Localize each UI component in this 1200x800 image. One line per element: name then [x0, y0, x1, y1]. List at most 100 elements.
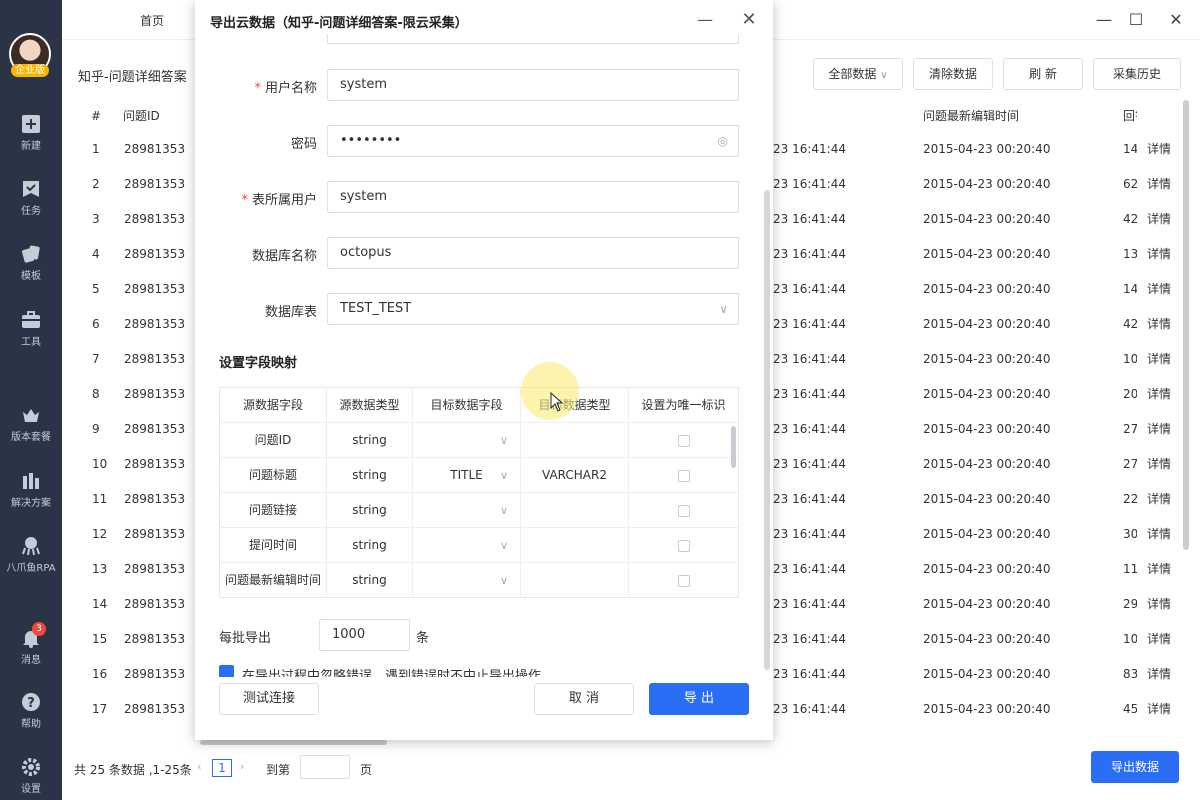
- sidebar-item-label: 版本套餐: [11, 432, 51, 443]
- sidebar-item-plans[interactable]: 版本套餐: [0, 405, 62, 443]
- row-answer-count: 10: [1123, 352, 1137, 366]
- row-question-id: 28981353: [124, 527, 186, 541]
- unique-key-checkbox[interactable]: [677, 434, 690, 447]
- row-detail-link[interactable]: 详情: [1147, 342, 1171, 377]
- horizontal-scrollbar[interactable]: [200, 740, 387, 745]
- goto-page-input[interactable]: [300, 755, 350, 779]
- row-answer-count: 10: [1123, 632, 1137, 646]
- mapping-row: 问题最新编辑时间 string ∨: [220, 563, 738, 597]
- source-field: 问题链接: [220, 493, 327, 528]
- clear-data-button[interactable]: 清除数据: [913, 58, 993, 90]
- maximize-icon[interactable]: ☐: [1124, 8, 1148, 32]
- username-input[interactable]: system: [327, 69, 739, 101]
- history-button[interactable]: 采集历史: [1093, 58, 1181, 90]
- close-window-icon[interactable]: ✕: [1164, 8, 1188, 32]
- row-detail-link[interactable]: 详情: [1147, 482, 1171, 517]
- row-detail-link[interactable]: 详情: [1147, 587, 1171, 622]
- target-field-select[interactable]: ∨: [413, 423, 521, 458]
- target-field-select[interactable]: ∨: [413, 493, 521, 528]
- sidebar-item-rpa[interactable]: 八爪鱼RPA: [0, 536, 62, 574]
- row-index: 13: [92, 562, 108, 576]
- source-type: string: [327, 528, 413, 563]
- row-detail-link[interactable]: 详情: [1147, 692, 1171, 727]
- unique-key-cell: [629, 458, 738, 493]
- target-field-select[interactable]: TITLE ∨: [413, 458, 521, 493]
- database-table-select[interactable]: TEST_TEST ∨: [327, 293, 739, 325]
- export-data-button[interactable]: 导出数据: [1091, 751, 1179, 783]
- dialog-scrollbar[interactable]: [764, 190, 770, 670]
- checkbox-checked-icon[interactable]: [219, 665, 234, 677]
- unique-key-checkbox[interactable]: [677, 469, 690, 482]
- row-detail-link[interactable]: 详情: [1147, 447, 1171, 482]
- field-mapping-table: 源数据字段 源数据类型 目标数据字段 目标数据类型 设置为唯一标识 问题IDst…: [219, 387, 739, 598]
- sidebar-item-new[interactable]: 新建: [0, 114, 62, 152]
- goto-label: 到第: [266, 763, 291, 777]
- row-detail-link[interactable]: 详情: [1147, 622, 1171, 657]
- test-connection-button[interactable]: 测试连接: [219, 683, 319, 715]
- sidebar-item-template[interactable]: 模板: [0, 244, 62, 282]
- row-edit-time: 2015-04-23 00:20:40: [923, 247, 1051, 261]
- row-detail-link[interactable]: 详情: [1147, 132, 1171, 167]
- unique-key-checkbox[interactable]: [677, 574, 690, 587]
- sidebar-item-solutions[interactable]: 解决方案: [0, 471, 62, 509]
- row-index: 1: [92, 142, 100, 156]
- row-detail-link[interactable]: 详情: [1147, 237, 1171, 272]
- sidebar-item-tools[interactable]: 工具: [0, 310, 62, 348]
- password-input[interactable]: •••••••• ◎: [327, 125, 739, 157]
- eye-off-icon[interactable]: ◎: [718, 126, 728, 156]
- batch-size-input[interactable]: 1000: [319, 619, 410, 651]
- row-created-time: 23 16:41:44: [773, 597, 846, 611]
- minimize-icon[interactable]: —: [1092, 8, 1116, 32]
- row-detail-link[interactable]: 详情: [1147, 272, 1171, 307]
- ignore-errors-option[interactable]: 在导出过程中忽略错误，遇到错误时不中止导出操作: [219, 665, 739, 677]
- sidebar-item-settings[interactable]: 设置: [0, 757, 62, 795]
- row-edit-time: 2015-04-23 00:20:40: [923, 387, 1051, 401]
- sidebar-item-help[interactable]: ? 帮助: [0, 692, 62, 730]
- source-type: string: [327, 563, 413, 597]
- dialog-title: 导出云数据（知乎-问题详细答案-限云采集）: [210, 16, 468, 31]
- refresh-button[interactable]: 刷 新: [1003, 58, 1083, 90]
- source-field: 提问时间: [220, 528, 327, 563]
- source-type: string: [327, 423, 413, 458]
- row-answer-count: 200: [1123, 387, 1137, 401]
- row-detail-link[interactable]: 详情: [1147, 552, 1171, 587]
- plus-square-icon: [22, 115, 40, 133]
- sidebar-item-task[interactable]: 任务: [0, 179, 62, 217]
- unique-key-checkbox[interactable]: [677, 539, 690, 552]
- row-edit-time: 2015-04-23 00:20:40: [923, 212, 1051, 226]
- prev-page-icon[interactable]: ‹: [197, 760, 201, 773]
- page-number[interactable]: 1: [212, 759, 232, 777]
- sidebar-item-messages[interactable]: 3 消息: [0, 622, 62, 666]
- mapping-scrollbar[interactable]: [731, 426, 736, 468]
- unique-key-checkbox[interactable]: [677, 504, 690, 517]
- row-question-id: 28981353: [124, 597, 186, 611]
- row-detail-link[interactable]: 详情: [1147, 167, 1171, 202]
- row-detail-link[interactable]: 详情: [1147, 202, 1171, 237]
- row-detail-link[interactable]: 详情: [1147, 377, 1171, 412]
- tab-home[interactable]: 首页: [140, 12, 164, 29]
- all-data-dropdown[interactable]: 全部数据 ∨: [813, 58, 903, 90]
- close-icon[interactable]: ✕: [737, 8, 761, 32]
- table-scrollbar[interactable]: [1183, 100, 1189, 550]
- row-edit-time: 2015-04-23 00:20:40: [923, 492, 1051, 506]
- row-answer-count: 226: [1123, 492, 1137, 506]
- export-button[interactable]: 导 出: [649, 683, 749, 715]
- cancel-button[interactable]: 取 消: [534, 683, 634, 715]
- row-detail-link[interactable]: 详情: [1147, 307, 1171, 342]
- target-field-select[interactable]: ∨: [413, 528, 521, 563]
- row-detail-link[interactable]: 详情: [1147, 657, 1171, 692]
- crown-icon: [23, 409, 39, 422]
- mapping-row: 问题标题 string TITLE ∨ VARCHAR2: [220, 458, 738, 493]
- solution-icon: [23, 473, 39, 489]
- row-created-time: 23 16:41:44: [773, 177, 846, 191]
- target-field-select[interactable]: ∨: [413, 563, 521, 597]
- row-detail-link[interactable]: 详情: [1147, 517, 1171, 552]
- database-name-input[interactable]: octopus: [327, 237, 739, 269]
- row-detail-link[interactable]: 详情: [1147, 412, 1171, 447]
- minimize-dialog-icon[interactable]: —: [693, 8, 717, 32]
- svg-text:?: ?: [27, 696, 35, 711]
- table-owner-input[interactable]: system: [327, 181, 739, 213]
- next-page-icon[interactable]: ›: [240, 760, 244, 773]
- row-edit-time: 2015-04-23 00:20:40: [923, 527, 1051, 541]
- unique-key-cell: [629, 528, 738, 563]
